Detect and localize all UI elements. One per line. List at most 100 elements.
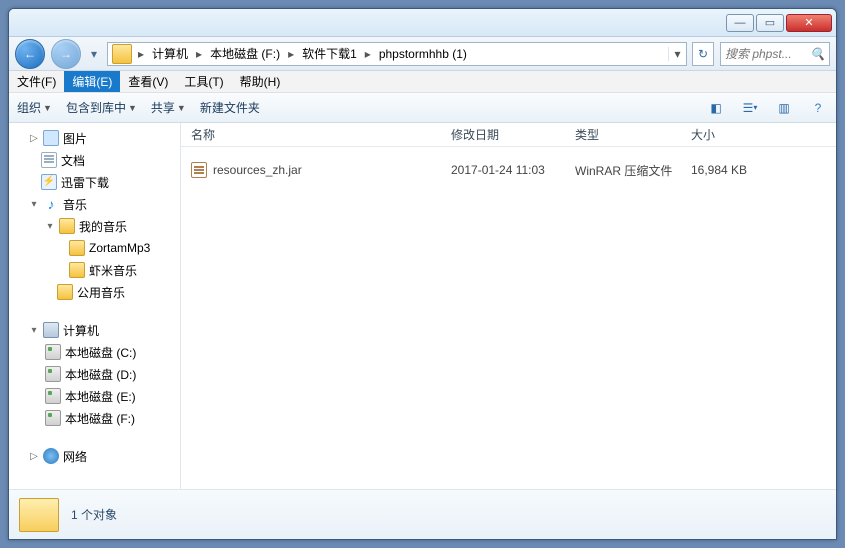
breadcrumb-segment[interactable]: 软件下载1 xyxy=(296,43,363,65)
explorer-window: — ▭ ✕ ← → ▾ ▸ 计算机 ▸ 本地磁盘 (F:) ▸ 软件下载1 ▸ … xyxy=(8,8,837,540)
collapse-icon[interactable]: ▾ xyxy=(45,221,55,232)
computer-icon xyxy=(43,322,59,338)
tree-label: 迅雷下载 xyxy=(61,174,109,191)
column-headers: 名称 修改日期 类型 大小 xyxy=(181,123,836,147)
titlebar: — ▭ ✕ xyxy=(9,9,836,37)
command-toolbar: 组织 ▼ 包含到库中 ▼ 共享 ▼ 新建文件夹 ◧ ☰▾ ▥ ? xyxy=(9,93,836,123)
arrow-left-icon: ← xyxy=(24,47,36,61)
tree-music[interactable]: ▾ ♪ 音乐 xyxy=(9,193,180,215)
menu-view[interactable]: 查看(V) xyxy=(120,71,176,92)
column-name[interactable]: 名称 xyxy=(181,126,441,143)
toolbar-label: 包含到库中 xyxy=(66,99,126,116)
toolbar-label: 共享 xyxy=(151,99,175,116)
tree-label: 本地磁盘 (E:) xyxy=(65,388,136,405)
tree-label: 文档 xyxy=(61,152,85,169)
music-icon: ♪ xyxy=(43,196,59,212)
folder-icon xyxy=(57,284,73,300)
breadcrumb: ▸ 计算机 ▸ 本地磁盘 (F:) ▸ 软件下载1 ▸ phpstormhhb … xyxy=(136,43,668,65)
tree-xunlei[interactable]: ⚡ 迅雷下载 xyxy=(9,171,180,193)
navigation-tree[interactable]: ▷ 图片 文档 ⚡ 迅雷下载 ▾ ♪ 音乐 ▾ 我的音乐 xyxy=(9,123,181,489)
chevron-right-icon: ▸ xyxy=(194,47,204,61)
tree-drive-f[interactable]: 本地磁盘 (F:) xyxy=(9,407,180,429)
folder-icon xyxy=(69,240,85,256)
tree-label: 网络 xyxy=(63,448,87,465)
tree-label: ZortamMp3 xyxy=(89,241,150,255)
file-type: WinRAR 压缩文件 xyxy=(565,162,681,179)
drive-icon xyxy=(45,410,61,426)
history-dropdown[interactable]: ▾ xyxy=(87,41,101,67)
forward-button[interactable]: → xyxy=(51,39,81,69)
column-type[interactable]: 类型 xyxy=(565,126,681,143)
tree-xiami[interactable]: 虾米音乐 xyxy=(9,259,180,281)
file-list[interactable]: resources_zh.jar 2017-01-24 11:03 WinRAR… xyxy=(181,147,836,489)
archive-file-icon xyxy=(191,162,207,178)
breadcrumb-segment[interactable]: phpstormhhb (1) xyxy=(373,43,473,65)
organize-button[interactable]: 组织 ▼ xyxy=(17,99,52,116)
folder-icon xyxy=(112,44,132,64)
search-box[interactable]: 🔍 xyxy=(720,42,830,66)
tree-label: 图片 xyxy=(63,130,87,147)
minimize-button[interactable]: — xyxy=(726,14,754,32)
network-icon xyxy=(43,448,59,464)
new-folder-button[interactable]: 新建文件夹 xyxy=(200,99,260,116)
address-bar[interactable]: ▸ 计算机 ▸ 本地磁盘 (F:) ▸ 软件下载1 ▸ phpstormhhb … xyxy=(107,42,687,66)
status-text: 1 个对象 xyxy=(71,506,117,523)
maximize-button[interactable]: ▭ xyxy=(756,14,784,32)
menu-file[interactable]: 文件(F) xyxy=(9,71,64,92)
menu-edit[interactable]: 编辑(E) xyxy=(64,71,120,92)
tree-label: 本地磁盘 (F:) xyxy=(65,410,135,427)
tree-label: 我的音乐 xyxy=(79,218,127,235)
menu-bar: 文件(F) 编辑(E) 查看(V) 工具(T) 帮助(H) xyxy=(9,71,836,93)
tree-network[interactable]: ▷ 网络 xyxy=(9,445,180,467)
navigation-bar: ← → ▾ ▸ 计算机 ▸ 本地磁盘 (F:) ▸ 软件下载1 ▸ phpsto… xyxy=(9,37,836,71)
refresh-button[interactable]: ↻ xyxy=(692,42,714,66)
view-options-button[interactable]: ☰▾ xyxy=(740,98,760,118)
column-size[interactable]: 大小 xyxy=(681,126,771,143)
details-pane-button[interactable]: ▥ xyxy=(774,98,794,118)
refresh-icon: ↻ xyxy=(698,47,708,61)
folder-thumbnail-icon xyxy=(19,498,59,532)
address-dropdown[interactable]: ▾ xyxy=(668,47,686,61)
tree-label: 本地磁盘 (D:) xyxy=(65,366,136,383)
drive-icon xyxy=(45,344,61,360)
file-name: resources_zh.jar xyxy=(213,163,302,177)
tree-my-music[interactable]: ▾ 我的音乐 xyxy=(9,215,180,237)
drive-icon xyxy=(45,366,61,382)
include-in-library-button[interactable]: 包含到库中 ▼ xyxy=(66,99,137,116)
menu-help[interactable]: 帮助(H) xyxy=(232,71,289,92)
collapse-icon[interactable]: ▾ xyxy=(29,199,39,210)
tree-label: 虾米音乐 xyxy=(89,262,137,279)
tree-drive-c[interactable]: 本地磁盘 (C:) xyxy=(9,341,180,363)
folder-icon xyxy=(59,218,75,234)
breadcrumb-segment[interactable]: 计算机 xyxy=(146,43,194,65)
chevron-right-icon: ▸ xyxy=(286,47,296,61)
share-button[interactable]: 共享 ▼ xyxy=(151,99,186,116)
chevron-right-icon: ▸ xyxy=(363,47,373,61)
breadcrumb-segment[interactable]: 本地磁盘 (F:) xyxy=(204,43,286,65)
chevron-down-icon: ▼ xyxy=(177,103,186,113)
tree-drive-d[interactable]: 本地磁盘 (D:) xyxy=(9,363,180,385)
file-row[interactable]: resources_zh.jar 2017-01-24 11:03 WinRAR… xyxy=(181,159,836,181)
close-button[interactable]: ✕ xyxy=(786,14,832,32)
tree-computer[interactable]: ▾ 计算机 xyxy=(9,319,180,341)
help-button[interactable]: ? xyxy=(808,98,828,118)
tree-drive-e[interactable]: 本地磁盘 (E:) xyxy=(9,385,180,407)
menu-tools[interactable]: 工具(T) xyxy=(176,71,231,92)
chevron-right-icon: ▸ xyxy=(136,47,146,61)
tree-label: 计算机 xyxy=(63,322,99,339)
tree-zortam[interactable]: ZortamMp3 xyxy=(9,237,180,259)
pictures-icon xyxy=(43,130,59,146)
back-button[interactable]: ← xyxy=(15,39,45,69)
column-date[interactable]: 修改日期 xyxy=(441,126,565,143)
expand-icon[interactable]: ▷ xyxy=(29,451,39,462)
toolbar-label: 组织 xyxy=(17,99,41,116)
tree-public-music[interactable]: 公用音乐 xyxy=(9,281,180,303)
tree-documents[interactable]: 文档 xyxy=(9,149,180,171)
drive-icon xyxy=(45,388,61,404)
search-input[interactable] xyxy=(725,47,805,61)
collapse-icon[interactable]: ▾ xyxy=(29,325,39,336)
expand-icon[interactable]: ▷ xyxy=(29,133,39,144)
arrow-right-icon: → xyxy=(60,47,72,61)
tree-pictures[interactable]: ▷ 图片 xyxy=(9,127,180,149)
preview-pane-button[interactable]: ◧ xyxy=(706,98,726,118)
